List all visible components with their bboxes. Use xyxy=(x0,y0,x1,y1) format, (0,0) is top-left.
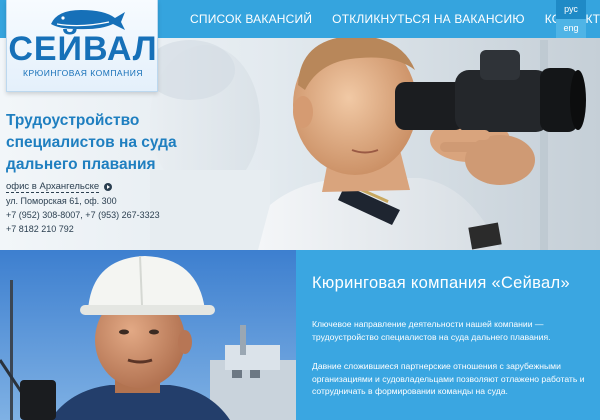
about-panel: Кюринговая компания «Сейвал» Ключевое на… xyxy=(296,250,600,420)
phone-numbers: +7 (952) 308-8007, +7 (953) 267-3323 xyxy=(6,210,160,220)
company-logo[interactable]: СЕЙВАЛ КРЮИНГОВАЯ КОМПАНИЯ xyxy=(6,0,158,92)
main-menu: СПИСОК ВАКАНСИЙ ОТКЛИКНУТЬСЯ НА ВАКАНСИЮ… xyxy=(180,0,600,38)
about-text-line: Ключевое направление деятельности нашей … xyxy=(312,319,544,329)
hero-banner: СПИСОК ВАКАНСИЙ ОТКЛИКНУТЬСЯ НА ВАКАНСИЮ… xyxy=(0,0,600,250)
office-address: ул. Поморская 61, оф. 300 xyxy=(6,196,117,206)
language-switcher: рус eng xyxy=(556,0,586,38)
hero-title-line: Трудоустройство xyxy=(6,112,140,129)
nav-apply-link[interactable]: ОТКЛИКНУТЬСЯ НА ВАКАНСИЮ xyxy=(322,12,535,26)
about-text-line: трудоустройство специалистов на суда дал… xyxy=(312,331,551,342)
about-text-line: сотрудничать в формировании команды на с… xyxy=(312,386,508,396)
about-text-line: Давние сложившиеся партнерские отношения… xyxy=(312,361,561,371)
phone-numbers-extra: +7 8182 210 792 xyxy=(6,224,74,234)
hero-title: Трудоустройство специалистов на суда дал… xyxy=(6,110,206,176)
about-paragraph-2: Давние сложившиеся партнерские отношения… xyxy=(312,360,590,398)
logo-subtitle: КРЮИНГОВАЯ КОМПАНИЯ xyxy=(23,68,143,78)
arrow-circle-icon[interactable] xyxy=(104,183,113,191)
crew-photo xyxy=(0,250,296,420)
lang-en-button[interactable]: eng xyxy=(556,19,586,38)
hero-title-line: дальнего плавания xyxy=(6,156,156,173)
whale-icon xyxy=(51,10,125,30)
office-link[interactable]: офис в Архангельске xyxy=(6,181,100,193)
about-text-line: организациями и судовладельцами позволяю… xyxy=(312,373,585,384)
nav-vacancies-link[interactable]: СПИСОК ВАКАНСИЙ xyxy=(180,12,322,26)
about-paragraph-1: Ключевое направление деятельности нашей … xyxy=(312,318,590,343)
lang-ru-button[interactable]: рус xyxy=(556,0,586,19)
company-title: Кюринговая компания «Сейвал» xyxy=(312,274,570,292)
office-location: офис в Архангельске xyxy=(6,181,113,193)
hero-title-line: специалистов на суда xyxy=(6,134,177,151)
logo-text: СЕЙВАЛ xyxy=(8,30,158,68)
crew-photo-illustration xyxy=(0,250,296,420)
